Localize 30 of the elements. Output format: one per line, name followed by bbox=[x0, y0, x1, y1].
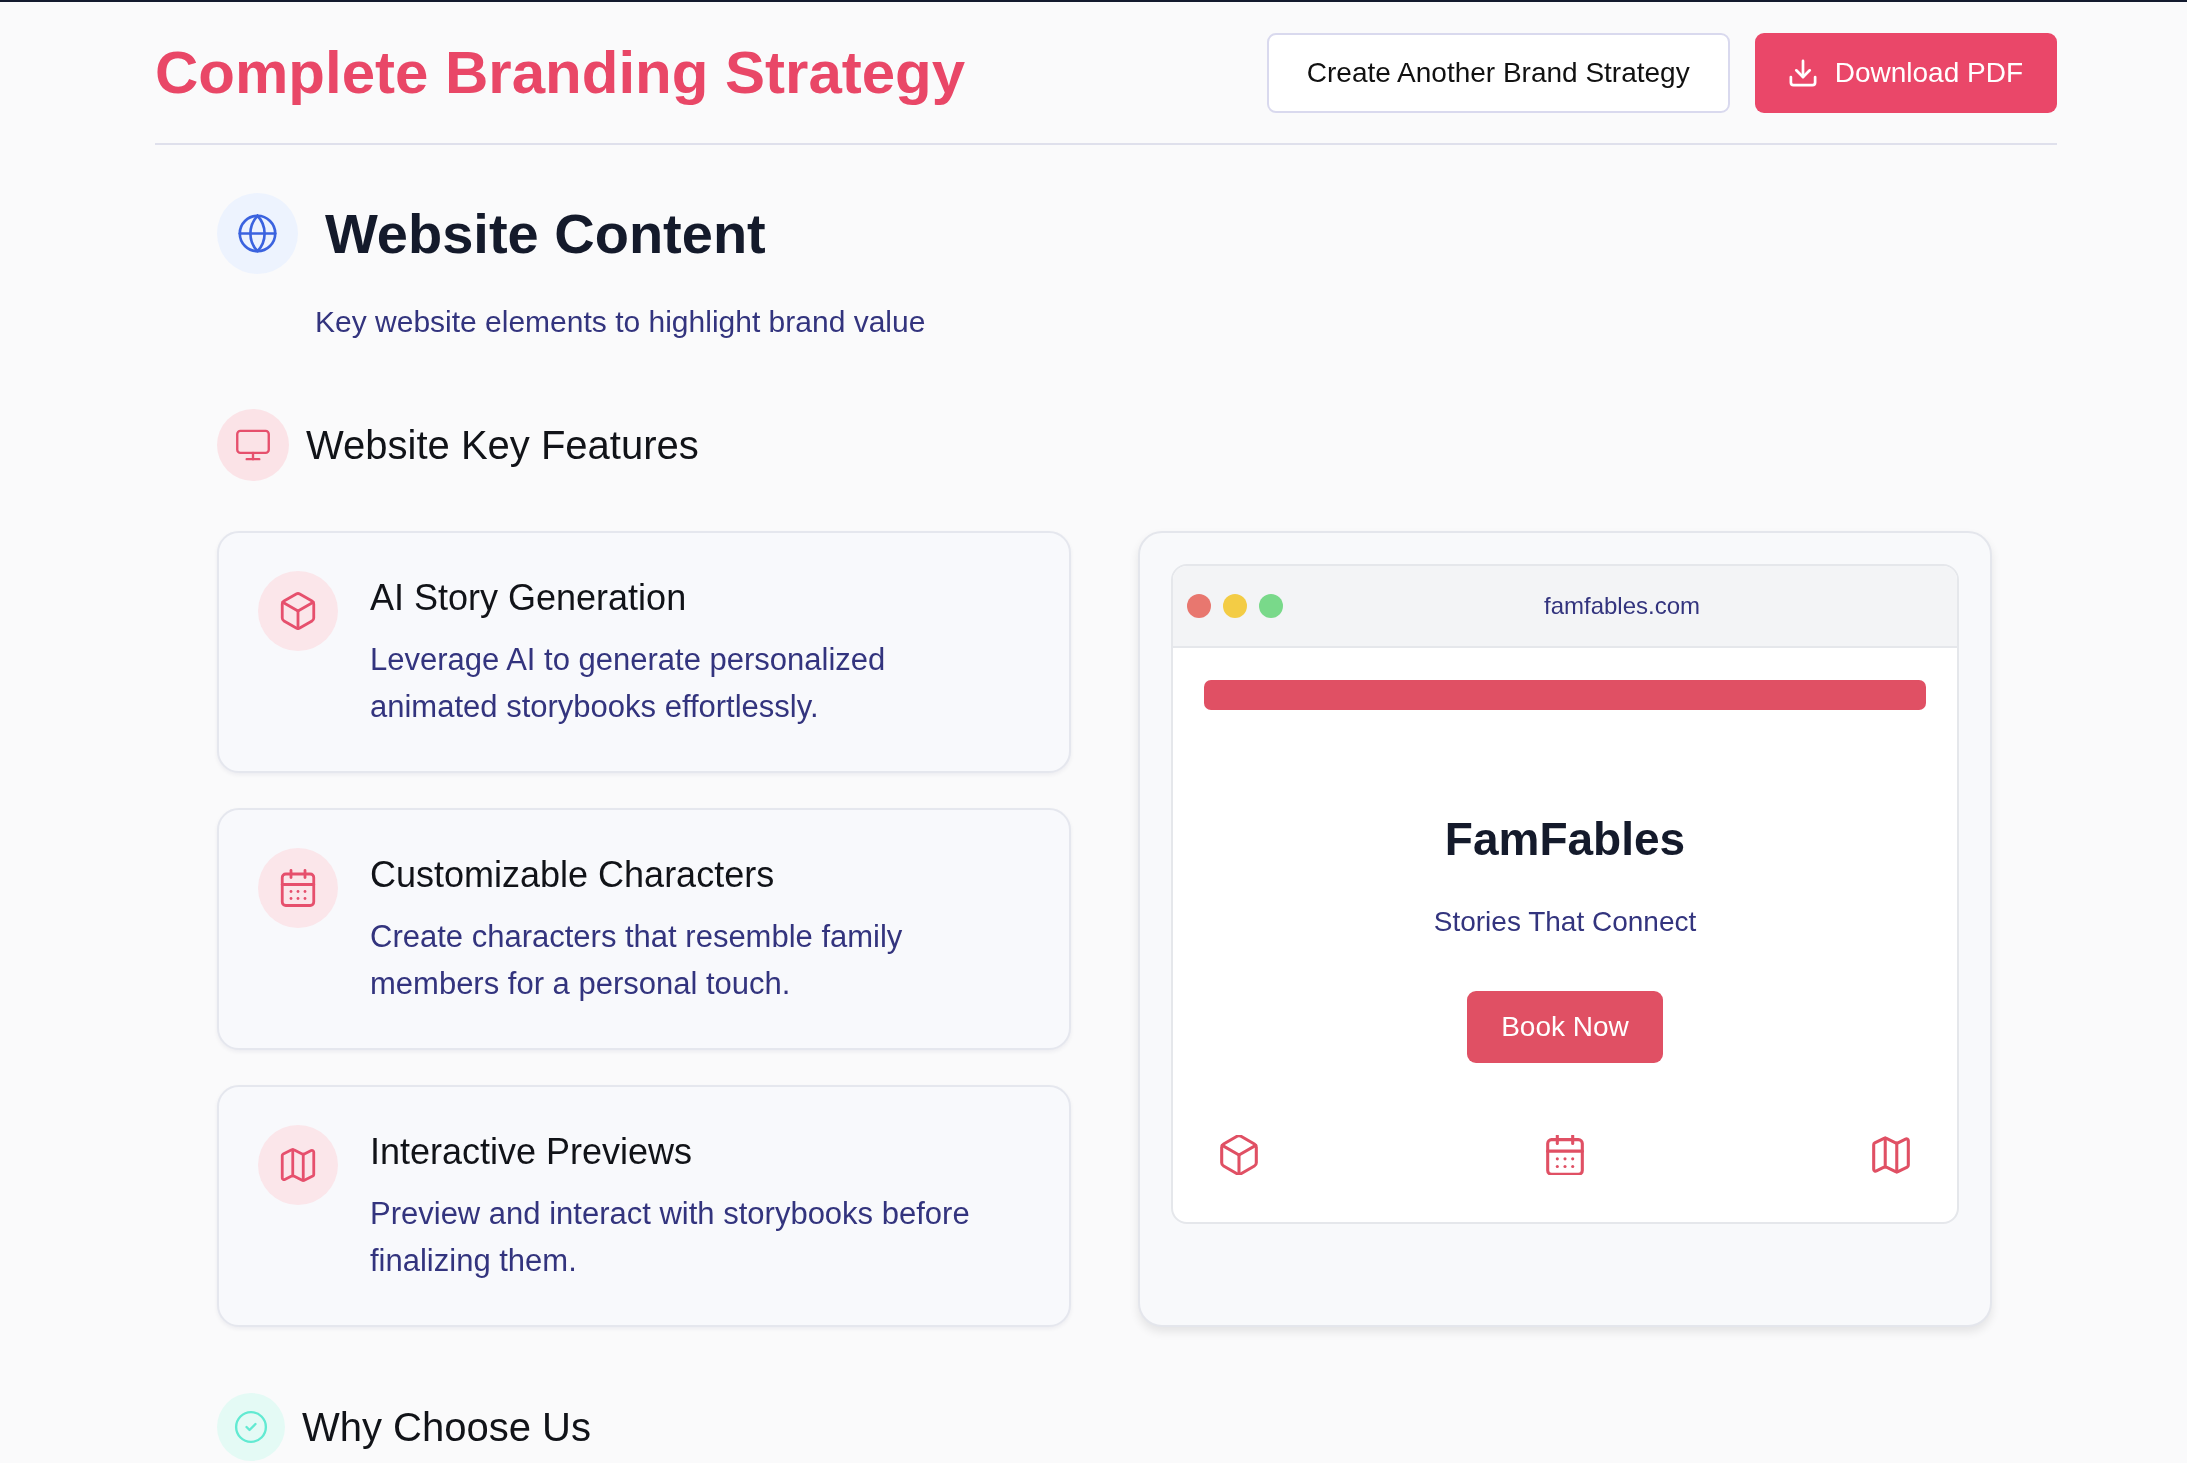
window-dot-icon bbox=[1259, 594, 1283, 618]
calendar-icon bbox=[1545, 1135, 1585, 1175]
page-title: Complete Branding Strategy bbox=[155, 40, 966, 106]
feature-title: Customizable Characters bbox=[370, 853, 776, 897]
tagline: Stories That Connect bbox=[1433, 905, 1697, 939]
check-circle-icon bbox=[217, 1393, 285, 1461]
download-pdf-button[interactable]: Download PDF bbox=[1754, 33, 2057, 113]
section-subtitle: Key website elements to highlight brand value bbox=[315, 304, 927, 340]
window-dot-icon bbox=[1223, 594, 1247, 618]
book-now-button[interactable]: Book Now bbox=[1467, 991, 1663, 1063]
section-title: Website Content bbox=[325, 202, 766, 265]
cube-icon bbox=[258, 571, 338, 651]
browser-url: famfables.com bbox=[1542, 592, 1702, 620]
globe-icon bbox=[217, 193, 298, 274]
subsection-title: Website Key Features bbox=[306, 422, 699, 469]
calendar-icon bbox=[258, 848, 338, 928]
feature-title: Interactive Previews bbox=[370, 1130, 694, 1174]
monitor-icon bbox=[217, 409, 289, 481]
download-icon bbox=[1788, 59, 1817, 87]
map-icon bbox=[258, 1125, 338, 1205]
window-dot-icon bbox=[1187, 594, 1211, 618]
map-icon bbox=[1871, 1135, 1911, 1175]
feature-description: Create characters that resemble family members for a personal touch. bbox=[370, 918, 904, 1003]
subsection-title: Why Choose Us bbox=[302, 1404, 591, 1451]
feature-description: Preview and interact with storybooks before finalizing them. bbox=[370, 1195, 971, 1280]
create-strategy-button[interactable]: Create Another Brand Strategy bbox=[1266, 33, 1730, 113]
feature-description: Leverage AI to generate personalized animated storybooks effortlessly. bbox=[370, 641, 887, 726]
brand-name: FamFables bbox=[1444, 812, 1686, 867]
cube-icon bbox=[1219, 1135, 1259, 1175]
feature-title: AI Story Generation bbox=[370, 576, 688, 620]
